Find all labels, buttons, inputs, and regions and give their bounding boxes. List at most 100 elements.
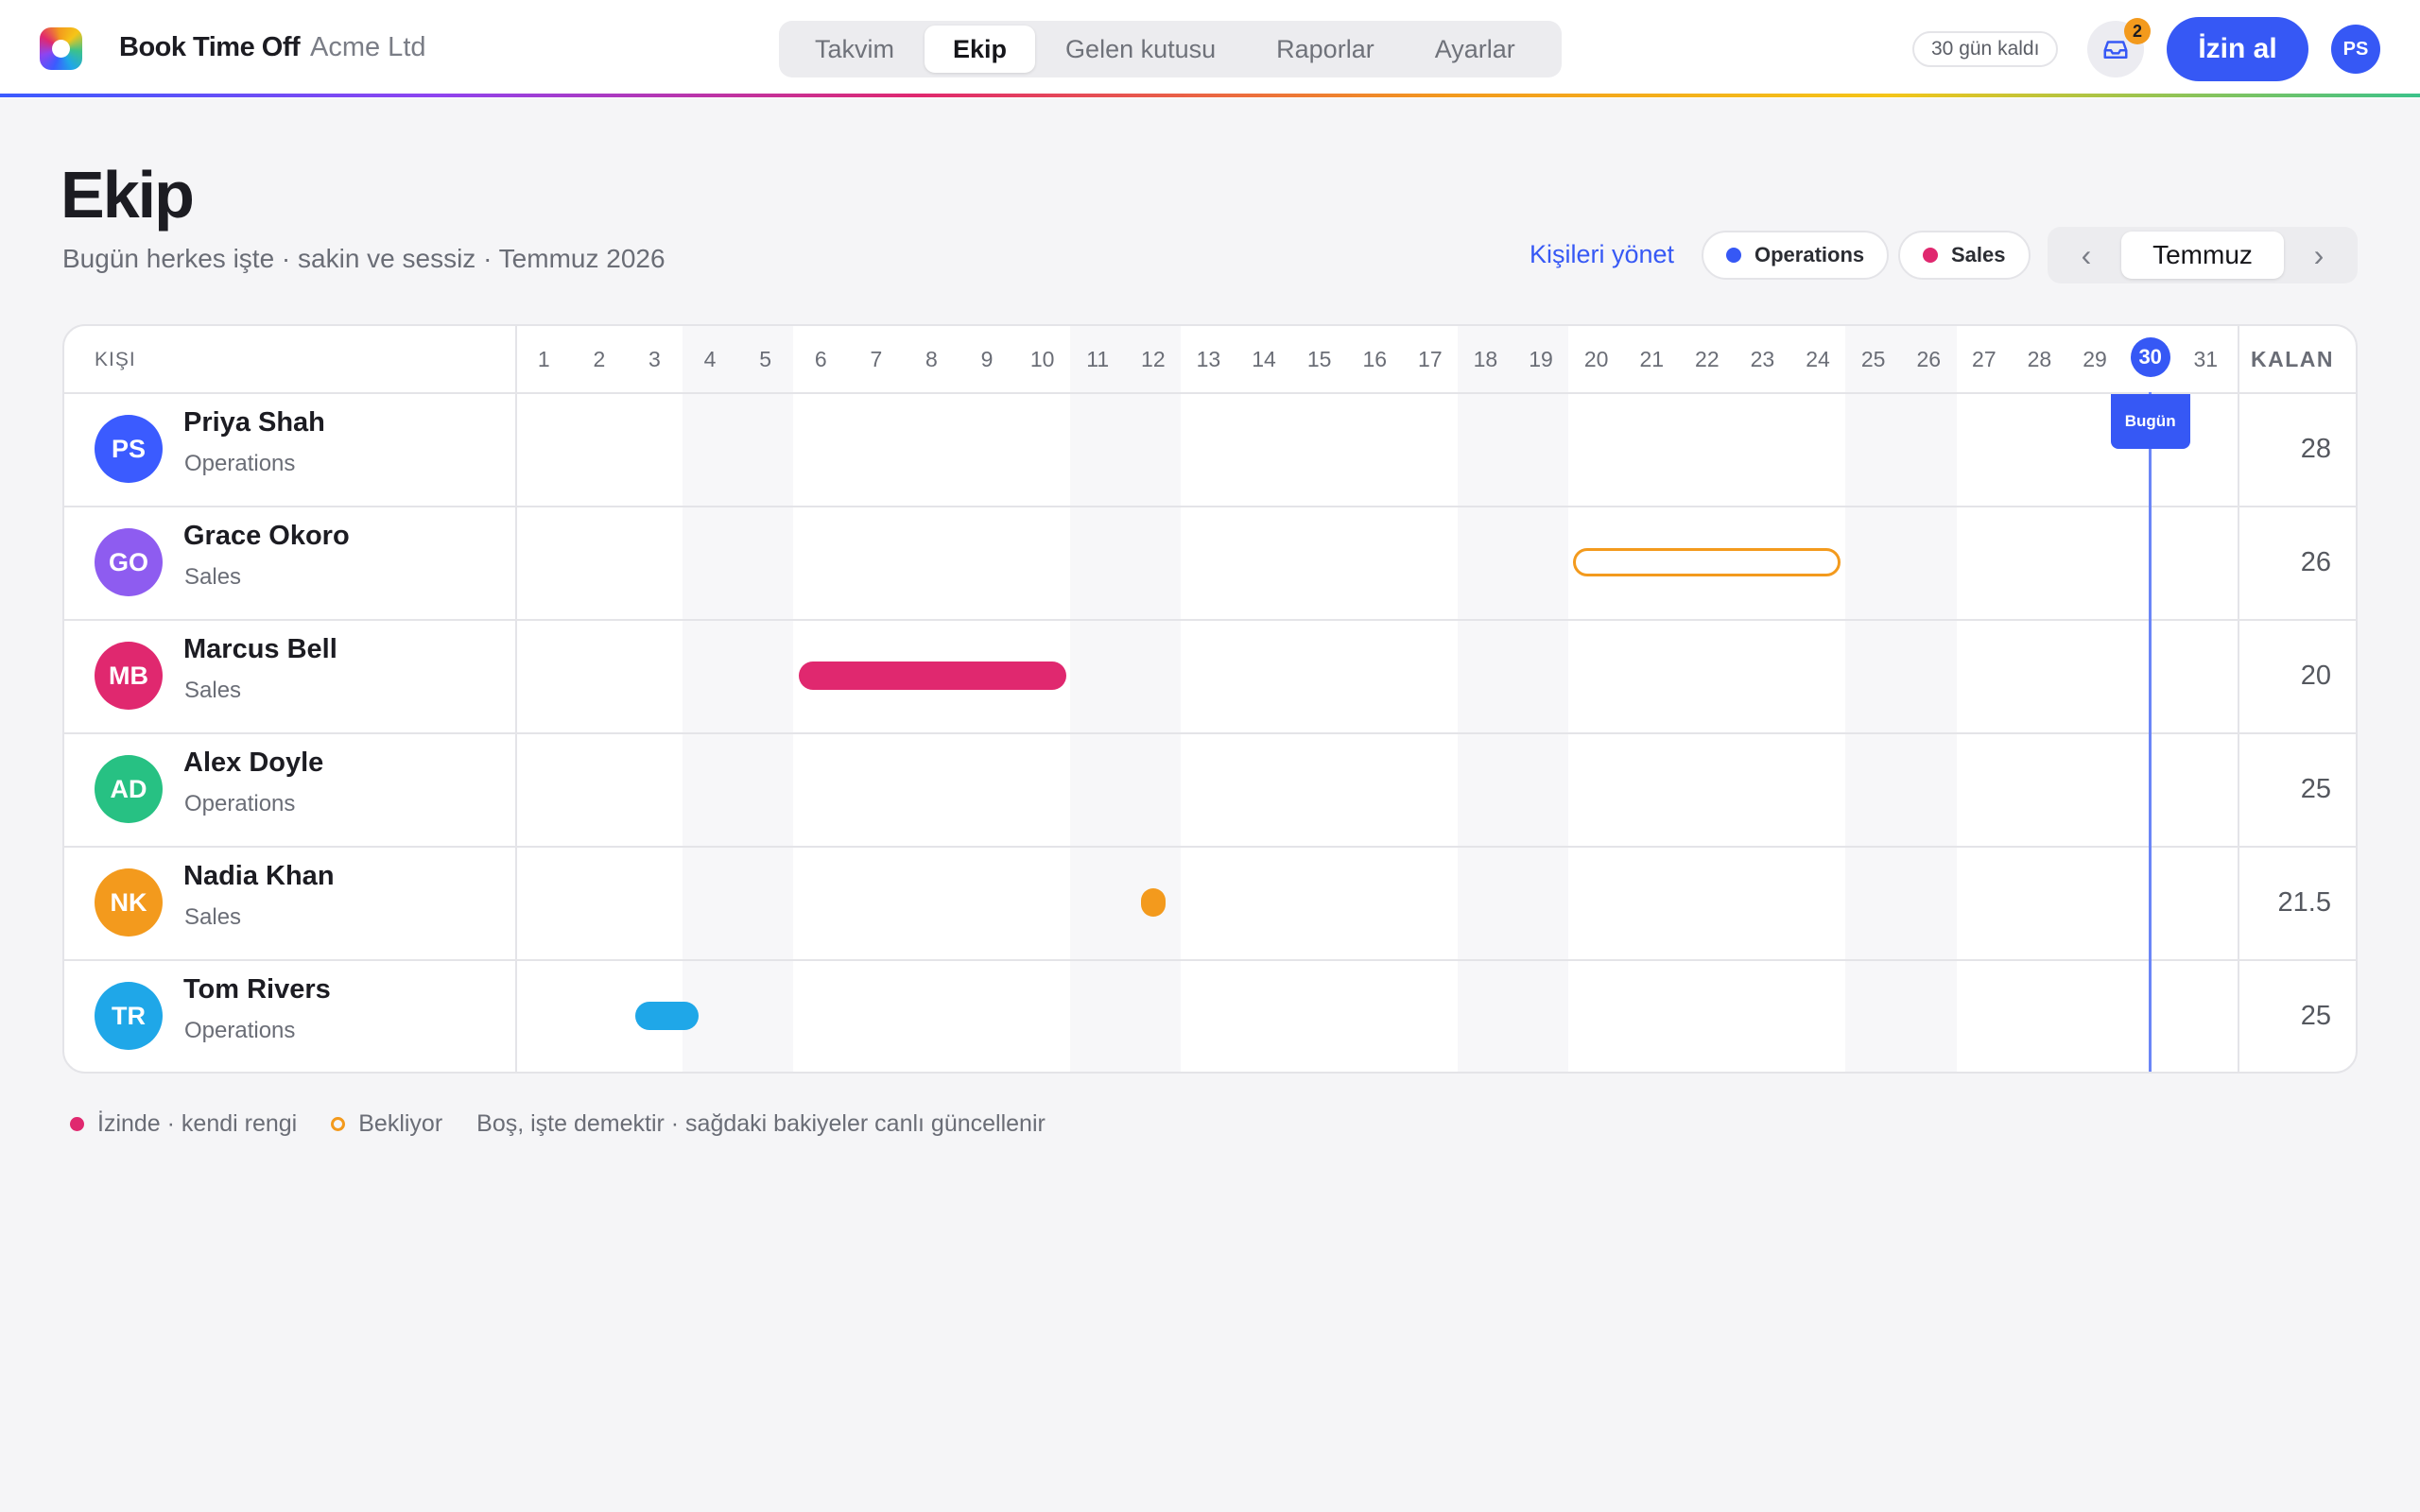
team-color-dot xyxy=(1726,248,1741,263)
day-number[interactable]: 4 xyxy=(683,347,738,372)
person-cell[interactable]: MB Marcus Bell Sales xyxy=(64,619,518,732)
day-number-today[interactable]: 30 xyxy=(2130,337,2170,377)
half-day-leave-bar[interactable] xyxy=(1140,888,1166,917)
remaining-balance: 20 xyxy=(2300,661,2331,691)
day-number[interactable]: 7 xyxy=(849,347,905,372)
day-number[interactable]: 12 xyxy=(1126,347,1182,372)
person-team: Operations xyxy=(184,451,296,476)
pending-leave-bar[interactable] xyxy=(1573,548,1841,576)
book-time-off-button[interactable]: İzin al xyxy=(2167,17,2308,81)
leave-bar[interactable] xyxy=(635,1002,699,1030)
days-left-badge: 30 gün kaldı xyxy=(1912,31,2059,67)
remaining-balance: 21.5 xyxy=(2277,887,2331,918)
company-name: Acme Ltd xyxy=(310,32,426,62)
weekend-column xyxy=(737,326,793,1072)
person-team: Operations xyxy=(184,791,296,816)
legend-note: Boş, işte demektir · sağdaki bakiyeler c… xyxy=(476,1109,1046,1137)
person-name: Tom Rivers xyxy=(183,974,331,1005)
top-bar: Book Time Off Acme Ltd Takvim Ekip Gelen… xyxy=(0,0,2420,98)
avatar: PS xyxy=(95,415,163,483)
person-cell[interactable]: NK Nadia Khan Sales xyxy=(64,846,518,959)
day-number[interactable]: 26 xyxy=(1901,347,1957,372)
person-name: Marcus Bell xyxy=(183,634,337,664)
tab-gelen-kutusu[interactable]: Gelen kutusu xyxy=(1035,26,1246,73)
day-number[interactable]: 31 xyxy=(2178,347,2234,372)
day-number[interactable]: 3 xyxy=(627,347,683,372)
day-number[interactable]: 20 xyxy=(1568,347,1624,372)
app-logo[interactable] xyxy=(40,27,82,70)
day-number[interactable]: 5 xyxy=(737,347,793,372)
day-number[interactable]: 9 xyxy=(959,347,1015,372)
main-nav-tabs: Takvim Ekip Gelen kutusu Raporlar Ayarla… xyxy=(779,21,1562,77)
day-number[interactable]: 22 xyxy=(1680,347,1736,372)
day-number[interactable]: 17 xyxy=(1403,347,1459,372)
pending-legend-ring xyxy=(331,1116,346,1131)
day-number[interactable]: 23 xyxy=(1735,347,1790,372)
tab-ayarlar[interactable]: Ayarlar xyxy=(1405,26,1546,73)
day-number[interactable]: 28 xyxy=(2012,347,2067,372)
person-cell[interactable]: GO Grace Okoro Sales xyxy=(64,506,518,619)
day-number[interactable]: 13 xyxy=(1181,347,1236,372)
day-number[interactable]: 10 xyxy=(1014,347,1070,372)
tab-takvim[interactable]: Takvim xyxy=(785,26,925,73)
tab-ekip[interactable]: Ekip xyxy=(925,26,1036,73)
grid-legend: İzinde · kendi rengi Bekliyor Boş, işte … xyxy=(70,1108,1046,1140)
day-number[interactable]: 6 xyxy=(793,347,849,372)
tab-raporlar[interactable]: Raporlar xyxy=(1246,26,1405,73)
person-team: Operations xyxy=(184,1018,296,1043)
day-number[interactable]: 1 xyxy=(516,347,572,372)
pending-legend-label: Bekliyor xyxy=(358,1109,443,1137)
avatar: TR xyxy=(95,982,163,1050)
page-subtitle: Bugün herkes işte · sakin ve sessiz · Te… xyxy=(62,244,666,273)
day-number[interactable]: 19 xyxy=(1513,347,1569,372)
team-leave-grid: KIŞI KALAN 1 2 3 4 5 6 7 8 9 10 11 12 13 14 15 16 17 18 19… xyxy=(62,324,2358,1074)
remaining-balance: 25 xyxy=(2300,1001,2331,1031)
balance-column-header: KALAN xyxy=(2251,347,2334,371)
team-filter-operations[interactable]: Operations xyxy=(1702,231,1890,280)
current-month[interactable]: Temmuz xyxy=(2121,232,2284,279)
avatar: GO xyxy=(95,528,163,596)
person-name: Grace Okoro xyxy=(183,521,350,551)
day-number[interactable]: 8 xyxy=(904,347,959,372)
day-number[interactable]: 2 xyxy=(572,347,628,372)
team-color-dot xyxy=(1923,248,1938,263)
weekend-column xyxy=(1070,326,1126,1072)
day-number[interactable]: 21 xyxy=(1624,347,1680,372)
weekend-column xyxy=(1845,326,1901,1072)
day-number[interactable]: 27 xyxy=(1957,347,2013,372)
avatar: AD xyxy=(95,755,163,823)
person-name: Alex Doyle xyxy=(183,747,324,778)
prev-month-button[interactable]: ‹ xyxy=(2053,232,2119,278)
month-navigator: ‹ Temmuz › xyxy=(2048,227,2358,284)
day-number[interactable]: 24 xyxy=(1790,347,1846,372)
team-filter-label: Sales xyxy=(1951,243,2006,266)
avatar: NK xyxy=(95,868,163,936)
day-number[interactable]: 29 xyxy=(2067,347,2123,372)
day-number[interactable]: 11 xyxy=(1070,347,1126,372)
remaining-balance: 26 xyxy=(2300,547,2331,577)
next-month-button[interactable]: › xyxy=(2286,232,2352,278)
today-label: Bugün xyxy=(2110,394,2190,449)
day-number[interactable]: 16 xyxy=(1347,347,1403,372)
header-gradient-divider xyxy=(0,94,2420,97)
day-number[interactable]: 25 xyxy=(1845,347,1901,372)
person-cell[interactable]: AD Alex Doyle Operations xyxy=(64,732,518,846)
manage-people-link[interactable]: Kişileri yönet xyxy=(1530,240,1674,269)
day-number[interactable]: 18 xyxy=(1458,347,1513,372)
person-team: Sales xyxy=(184,564,242,590)
day-number[interactable]: 15 xyxy=(1291,347,1347,372)
today-marker-line xyxy=(2149,392,2152,1072)
user-avatar[interactable]: PS xyxy=(2331,25,2380,74)
weekend-column xyxy=(1901,326,1957,1072)
team-filter-label: Operations xyxy=(1754,243,1865,266)
day-number[interactable]: 14 xyxy=(1236,347,1292,372)
person-cell[interactable]: PS Priya Shah Operations xyxy=(64,392,518,506)
on-leave-legend-label: İzinde · kendi rengi xyxy=(97,1109,298,1137)
weekend-column xyxy=(1512,326,1569,1072)
page-title: Ekip xyxy=(60,158,195,232)
leave-bar[interactable] xyxy=(799,662,1066,690)
person-team: Sales xyxy=(184,904,242,930)
person-cell[interactable]: TR Tom Rivers Operations xyxy=(64,959,518,1072)
team-filter-sales[interactable]: Sales xyxy=(1898,231,2031,280)
weekend-column xyxy=(1125,326,1182,1072)
